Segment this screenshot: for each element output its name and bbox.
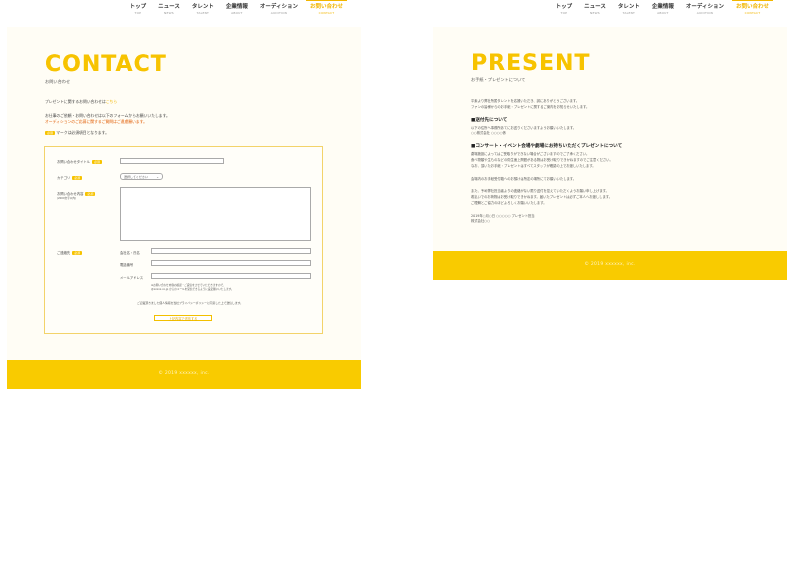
required-badge: 必須 xyxy=(72,251,83,255)
category-label-text: カテゴリ xyxy=(57,176,71,180)
phone-input[interactable] xyxy=(151,260,311,266)
nav-label: お問い合わせ xyxy=(309,4,343,10)
present-text: また、予め弊社担当者よりの連絡がない限り送付を控えていただくようお願い申し上げま… xyxy=(471,189,609,193)
present-text: ファンの皆様からのお手紙・プレゼントに関するご案内をお知らせいたします。 xyxy=(471,105,590,109)
nav-label: トップ xyxy=(555,4,573,10)
contact-label-text: ご連絡先 xyxy=(57,251,71,255)
body-limit-note: (2000文字以内) xyxy=(57,197,76,200)
present-text: 着払いでのお荷物はお受け取りできかねます。届いたプレゼントは必ずご本人へお渡しし… xyxy=(471,195,613,199)
nav-sublabel: ABOUT xyxy=(657,11,669,15)
nav-sublabel: TOP xyxy=(560,11,568,15)
nav-label: タレント xyxy=(617,4,640,10)
nav-label: トップ xyxy=(129,4,147,10)
present-text: 食べ物類や生ものなどの衛生面上問題がある物はお受け取りできかねますのでご注意くだ… xyxy=(471,158,613,162)
page-subtitle: お問い合わせ xyxy=(45,79,71,84)
category-placeholder: 選択してください xyxy=(124,175,148,179)
category-label: カテゴリ 必須 xyxy=(57,175,83,180)
nav-item-about[interactable]: 企業情報 ABOUT xyxy=(646,3,680,15)
subject-input[interactable] xyxy=(120,158,224,164)
nav-label: オーディション xyxy=(685,4,724,10)
intro-text: プレゼントに関するお問い合わせは xyxy=(45,99,106,104)
site-footer: © 2019 xxxxxx, inc. xyxy=(433,251,787,280)
nav-label: ニュース xyxy=(158,4,180,10)
nav-item-top[interactable]: トップ TOP xyxy=(124,3,153,15)
nav-label: オーディション xyxy=(259,4,298,10)
nav-item-audition[interactable]: オーディション AUDITION xyxy=(254,3,304,15)
present-text: 平素より弊社所属タレントを応援いただき、誠にありがとうございます。 xyxy=(471,99,580,103)
section-heading: ■送付先について xyxy=(471,118,508,123)
nav-label: ニュース xyxy=(584,4,606,10)
contact-page: トップ TOP ニュース NEWS タレント TALENT 企業情報 ABOUT オーデ… xyxy=(7,0,361,389)
present-text: ○○株式会社 ○○○○係 xyxy=(471,131,506,135)
nav-sublabel: CONTACT xyxy=(318,11,335,15)
copyright: © 2019 xxxxxx, inc. xyxy=(158,371,210,376)
nav-sublabel: AUDITION xyxy=(696,11,714,15)
nav-sublabel: TALENT xyxy=(622,11,636,15)
agree-text: ご記載頂きました個人情報を当社プライバシーポリシーに同意した上で送信します。 xyxy=(137,301,243,305)
nav-item-talent[interactable]: タレント TALENT xyxy=(612,3,646,15)
site-header: トップ TOP ニュース NEWS タレント TALENT 企業情報 ABOUT オーデ… xyxy=(433,0,787,27)
submit-button[interactable]: 上記内容で送信する xyxy=(154,315,212,321)
present-link[interactable]: こちら xyxy=(106,99,117,104)
nav-sublabel: ABOUT xyxy=(231,11,243,15)
page-title: PRESENT xyxy=(471,51,591,76)
nav-label: お問い合わせ xyxy=(735,4,769,10)
present-page: トップ TOP ニュース NEWS タレント TALENT 企業情報 ABOUT オーデ… xyxy=(433,0,787,280)
required-note-text: マークは必須項目となります。 xyxy=(56,130,109,135)
page-title: CONTACT xyxy=(45,52,167,77)
body-textarea[interactable] xyxy=(120,187,311,241)
email-label: メールアドレス xyxy=(120,276,144,280)
nav-item-contact[interactable]: お問い合わせ CONTACT xyxy=(304,0,349,15)
present-text: 劇場施設によってはご受取りができない場合がございますのでご了承ください。 xyxy=(471,152,590,156)
contact-label: ご連絡先 必須 xyxy=(57,250,83,255)
nav-label: 企業情報 xyxy=(225,4,248,10)
category-select[interactable]: 選択してください ⌄ xyxy=(120,173,163,180)
nav-sublabel: NEWS xyxy=(590,11,600,15)
subject-label-text: お問い合わせタイトル xyxy=(57,160,90,164)
contact-form: お問い合わせタイトル 必須 カテゴリ 必須 選択してください ⌄ お問い合わせ内容 必須… xyxy=(44,146,323,334)
nav-item-top[interactable]: トップ TOP xyxy=(550,3,579,15)
page-subtitle: お手紙・プレゼントについて xyxy=(471,77,526,82)
required-badge: 必須 xyxy=(72,176,83,180)
intro-present: プレゼントに関するお問い合わせはこちら xyxy=(45,99,117,105)
email-input[interactable] xyxy=(151,273,311,279)
phone-label: 電話番号 xyxy=(120,263,134,267)
name-label: 会社名・氏名 xyxy=(120,251,140,255)
global-nav: トップ TOP ニュース NEWS タレント TALENT 企業情報 ABOUT オーデ… xyxy=(550,0,775,15)
chevron-down-icon: ⌄ xyxy=(156,175,159,179)
nav-item-talent[interactable]: タレント TALENT xyxy=(186,3,220,15)
required-badge: 必須 xyxy=(91,160,102,164)
present-text: ご理解とご協力のほどよろしくお願いいたします。 xyxy=(471,201,547,205)
site-header: トップ TOP ニュース NEWS タレント TALENT 企業情報 ABOUT オーデ… xyxy=(7,0,361,27)
nav-label: タレント xyxy=(191,4,214,10)
required-badge: 必須 xyxy=(45,131,56,135)
nav-sublabel: TOP xyxy=(134,11,142,15)
intro-warning: オーディションのご応募に関するご質問はご遠慮願います。 xyxy=(45,119,147,124)
required-note: 必須 マークは必須項目となります。 xyxy=(45,130,109,136)
global-nav: トップ TOP ニュース NEWS タレント TALENT 企業情報 ABOUT オーデ… xyxy=(124,0,349,15)
nav-item-contact[interactable]: お問い合わせ CONTACT xyxy=(730,0,775,15)
site-footer: © 2019 xxxxxx, inc. xyxy=(7,360,361,389)
section-heading: ■コンサート・イベント会場や劇場にお持ちいただくプレゼントについて xyxy=(471,144,623,149)
nav-sublabel: NEWS xyxy=(164,11,174,15)
nav-item-about[interactable]: 企業情報 ABOUT xyxy=(220,3,254,15)
nav-sublabel: CONTACT xyxy=(744,11,761,15)
nav-item-audition[interactable]: オーディション AUDITION xyxy=(680,3,730,15)
present-text: なお、頂いたお手紙・プレゼントはすべてスタッフが確認の上でお渡しいたします。 xyxy=(471,164,596,168)
subject-label: お問い合わせタイトル 必須 xyxy=(57,159,102,164)
copyright: © 2019 xxxxxx, inc. xyxy=(584,262,636,267)
required-badge: 必須 xyxy=(85,192,96,196)
nav-item-news[interactable]: ニュース NEWS xyxy=(152,3,186,15)
email-note: @xxxxx.co.jp からのメールを受信できるように設定願いいたします。 xyxy=(151,288,234,291)
nav-sublabel: TALENT xyxy=(196,11,210,15)
nav-item-news[interactable]: ニュース NEWS xyxy=(578,3,612,15)
name-input[interactable] xyxy=(151,248,311,254)
nav-label: 企業情報 xyxy=(651,4,674,10)
present-text: 株式会社○○ xyxy=(471,219,490,223)
nav-sublabel: AUDITION xyxy=(270,11,288,15)
present-text: 会場内のお手紙受付箱へのお預けは所定の場所にてお願いいたします。 xyxy=(471,177,577,181)
